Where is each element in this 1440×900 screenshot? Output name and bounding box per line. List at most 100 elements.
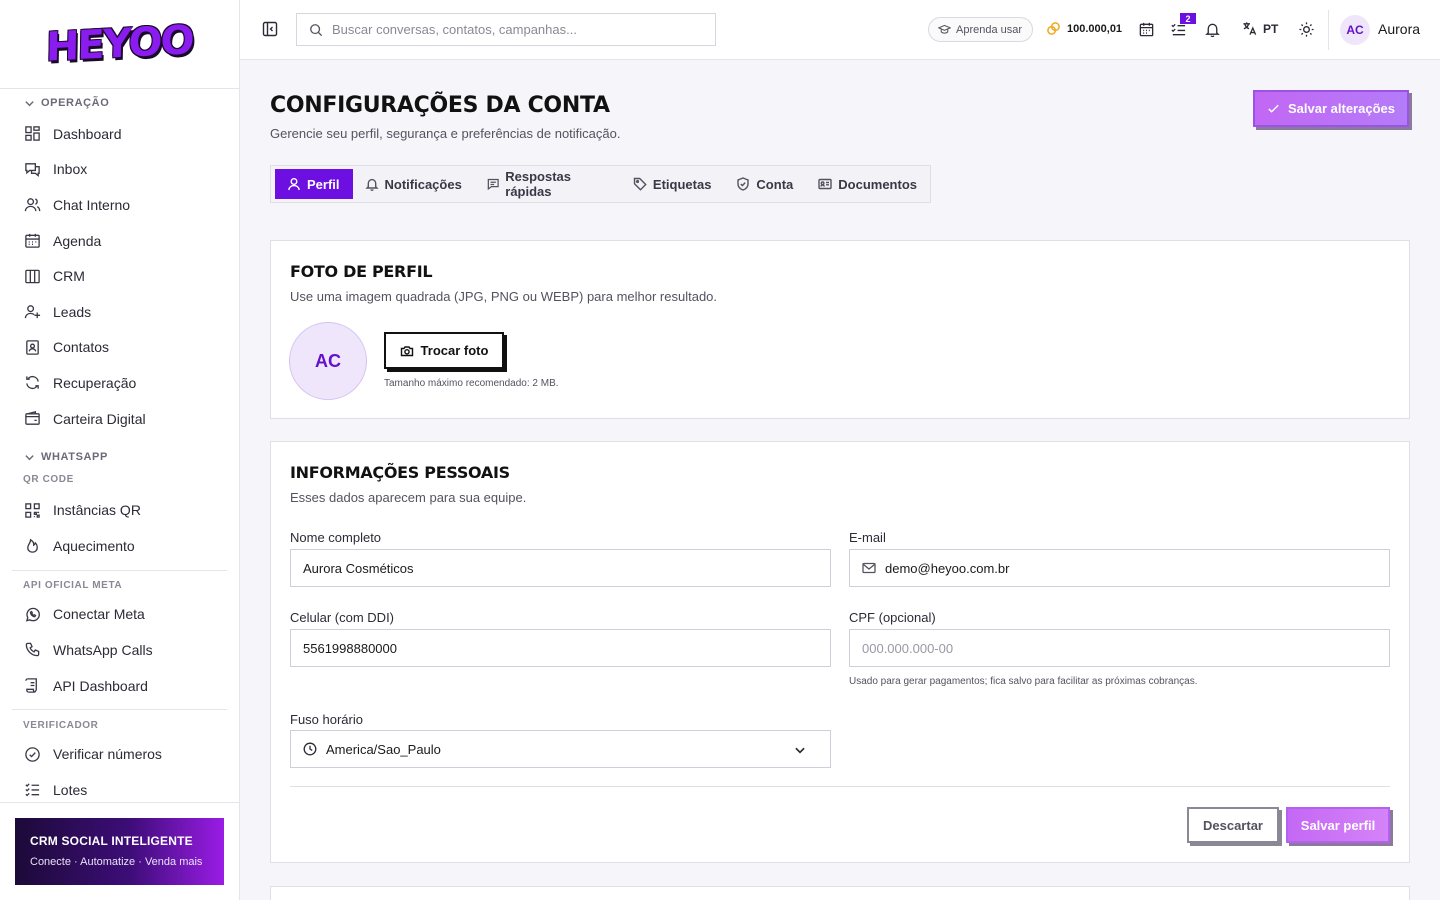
tab-perfil[interactable]: Perfil [275,169,353,199]
credits-balance[interactable]: 100.000,01 [1046,21,1122,36]
sidebar-item-instancias-qr[interactable]: Instâncias QR [0,492,239,528]
search-input[interactable] [332,22,692,37]
learn-button[interactable]: Aprenda usar [928,17,1034,42]
sidebar-item-crm[interactable]: CRM [0,258,239,294]
id-card-icon [818,178,832,190]
cpf-label: CPF (opcional) [849,610,936,625]
name-input[interactable] [303,560,778,576]
phone-label: Celular (com DDI) [290,610,395,625]
users-icon [24,198,41,212]
discard-button[interactable]: Descartar [1187,807,1279,843]
personal-info-card: INFORMAÇÕES PESSOAIS Esses dados aparece… [270,441,1410,863]
sidebar-item-aquecimento[interactable]: Aquecimento [0,528,239,564]
sidebar-item-dashboard[interactable]: Dashboard [0,116,239,152]
whatsapp-icon [25,607,40,622]
sidebar-item-whatsapp-calls[interactable]: WhatsApp Calls [0,632,239,668]
chevron-down-icon [795,747,805,754]
sidebar-item-agenda[interactable]: Agenda [0,223,239,259]
user-icon [288,178,300,191]
promo-banner[interactable]: CRM SOCIAL INTELIGENTE Conecte · Automat… [15,818,224,885]
bell-icon [364,178,379,191]
sidebar-item-verificar-numeros[interactable]: Verificar números [0,736,239,772]
subsection-qr-code: QR CODE [23,473,74,485]
cpf-input[interactable] [862,640,1337,656]
sidebar-toggle-button[interactable] [262,21,278,37]
main-content: CONFIGURAÇÕES DA CONTA Gerencie seu perf… [240,60,1440,900]
user-avatar[interactable]: AC [1340,15,1370,45]
tab-conta[interactable]: Conta [724,169,806,199]
sidebar-item-lotes[interactable]: Lotes [0,772,239,802]
tag-icon [633,177,647,191]
tab-respostas-rapidas[interactable]: Respostas rápidas [475,169,621,199]
save-changes-button[interactable]: Salvar alterações [1253,90,1409,127]
email-input[interactable] [885,560,1360,576]
tab-etiquetas[interactable]: Etiquetas [621,169,725,199]
dashboard-icon [25,126,40,142]
contact-book-icon [26,340,39,355]
email-field[interactable] [849,549,1390,587]
form-divider [290,786,1390,787]
sidebar-item-chat-interno[interactable]: Chat Interno [0,187,239,223]
subsection-verificador: VERIFICADOR [23,719,99,731]
phone-field[interactable] [290,629,831,667]
subsection-api-oficial-meta: API OFICIAL META [23,580,123,592]
sidebar-item-inbox[interactable]: Inbox [0,152,239,188]
check-icon [1268,104,1279,113]
phone-input[interactable] [303,640,778,656]
timezone-label: Fuso horário [290,712,363,727]
sidebar-collapse-icon [262,21,278,37]
sidebar-item-carteira-digital[interactable]: Carteira Digital [0,401,239,437]
user-plus-icon [24,305,41,319]
search-bar[interactable] [296,13,716,46]
next-card [270,886,1410,900]
tab-notificacoes[interactable]: Notificações [353,169,475,199]
phone-icon [25,643,40,657]
card-subtitle: Use uma imagem quadrada (JPG, PNG ou WEB… [290,289,718,304]
sidebar-divider [12,709,227,711]
photo-size-hint: Tamanho máximo recomendado: 2 MB. [384,378,559,389]
section-whatsapp[interactable]: WHATSAPP [0,444,239,470]
search-icon [310,23,323,36]
card-title: FOTO DE PERFIL [290,262,433,281]
refresh-icon [26,376,39,390]
checklist-icon [25,783,40,797]
save-profile-button[interactable]: Salvar perfil [1286,807,1390,843]
calendar-icon [25,233,40,248]
user-name[interactable]: Aurora [1378,21,1420,37]
sun-icon[interactable] [1298,21,1315,38]
brand-logo[interactable]: HEYOO [46,17,193,71]
tasks-badge: 2 [1180,13,1196,24]
logo-area: HEYOO [0,0,239,89]
graduation-cap-icon [938,24,951,34]
camera-icon [400,345,413,356]
timezone-select[interactable]: America/Sao_Paulo [290,730,831,768]
sidebar-item-contatos[interactable]: Contatos [0,330,239,366]
page-subtitle: Gerencie seu perfil, segurança e preferê… [270,126,621,141]
kanban-icon [25,269,40,283]
mail-icon [862,562,876,574]
message-square-icon [487,178,499,191]
name-label: Nome completo [290,530,382,545]
timezone-value: America/Sao_Paulo [326,741,441,757]
cpf-field[interactable] [849,629,1390,667]
card-title: INFORMAÇÕES PESSOAIS [290,463,510,482]
sidebar-item-recuperacao[interactable]: Recuperação [0,365,239,401]
cpf-hint: Usado para gerar pagamentos; fica salvo … [849,676,1198,687]
topbar: Aprenda usar 100.000,01 2 PT AC Aurora [240,0,1440,60]
calendar-icon[interactable] [1138,21,1155,38]
sidebar-item-conectar-meta[interactable]: Conectar Meta [0,597,239,633]
sidebar-item-leads[interactable]: Leads [0,294,239,330]
name-field[interactable] [290,549,831,587]
section-operacao[interactable]: OPERAÇÃO [0,90,239,116]
language-selector[interactable]: PT [1242,21,1278,36]
profile-avatar: AC [289,322,367,400]
change-photo-button[interactable]: Trocar foto [384,332,504,369]
email-label: E-mail [849,530,886,545]
bell-icon[interactable] [1204,21,1221,38]
translate-icon [1243,22,1257,35]
sidebar: HEYOO OPERAÇÃO Dashboard Inbox Chat Inte… [0,0,240,900]
scroll-document-icon [25,678,37,693]
coins-icon [1047,22,1060,35]
tab-documentos[interactable]: Documentos [806,169,930,199]
sidebar-item-api-dashboard[interactable]: API Dashboard [0,668,239,704]
